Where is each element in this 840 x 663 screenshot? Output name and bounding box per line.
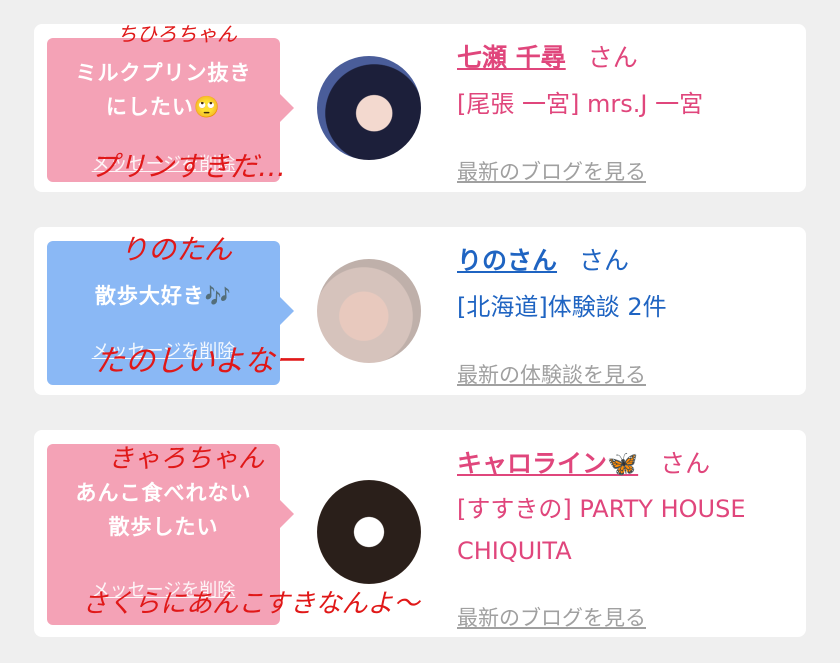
message-text: あんこ食べれない 散歩したい xyxy=(75,481,252,539)
message-bubble: あんこ食べれない 散歩したい メッセージを削除 xyxy=(47,444,294,625)
message-text: 散歩大好き🎶 xyxy=(94,284,233,308)
honorific: さん xyxy=(587,43,638,72)
message-card-3: あんこ食べれない 散歩したい メッセージを削除 キャロライン🦋 さん [すすきの]… xyxy=(34,430,806,637)
message-card-2: 散歩大好き🎶 メッセージを削除 りのさん さん [北海道]体験談 2件 最新の体験… xyxy=(34,227,806,395)
delete-message-link[interactable]: メッセージを削除 xyxy=(47,337,280,363)
delete-message-link[interactable]: メッセージを削除 xyxy=(47,150,280,176)
honorific: さん xyxy=(660,449,711,478)
message-bubble: 散歩大好き🎶 メッセージを削除 xyxy=(47,241,294,385)
latest-blog-link[interactable]: 最新のブログを見る xyxy=(457,602,646,632)
shop-info: [尾張 一宮] mrs.J 一宮 xyxy=(457,90,704,118)
avatar[interactable] xyxy=(317,259,421,363)
honorific: さん xyxy=(579,246,630,275)
message-bubble: ミルクプリン抜き にしたい🙄 メッセージを削除 xyxy=(47,38,294,182)
shop-name-line-2: CHIQUITA xyxy=(457,537,572,565)
profile-name-link[interactable]: 七瀬 千尋 xyxy=(457,43,566,72)
shop-info: [北海道]体験談 2件 xyxy=(457,293,667,321)
shop-name-line-1: [すすきの] PARTY HOUSE xyxy=(457,495,746,523)
latest-blog-link[interactable]: 最新のブログを見る xyxy=(457,156,646,186)
latest-review-link[interactable]: 最新の体験談を見る xyxy=(457,359,646,389)
avatar[interactable] xyxy=(317,480,421,584)
profile-name-link[interactable]: りのさん xyxy=(457,246,557,275)
avatar[interactable] xyxy=(317,56,421,160)
shop-info: [すすきの] PARTY HOUSE CHIQUITA xyxy=(457,488,796,572)
message-text: ミルクプリン抜き にしたい🙄 xyxy=(75,61,252,119)
delete-message-link[interactable]: メッセージを削除 xyxy=(47,576,280,602)
message-card-1: ミルクプリン抜き にしたい🙄 メッセージを削除 七瀬 千尋 さん [尾張 一宮] … xyxy=(34,24,806,192)
profile-name-link[interactable]: キャロライン🦋 xyxy=(457,449,638,478)
